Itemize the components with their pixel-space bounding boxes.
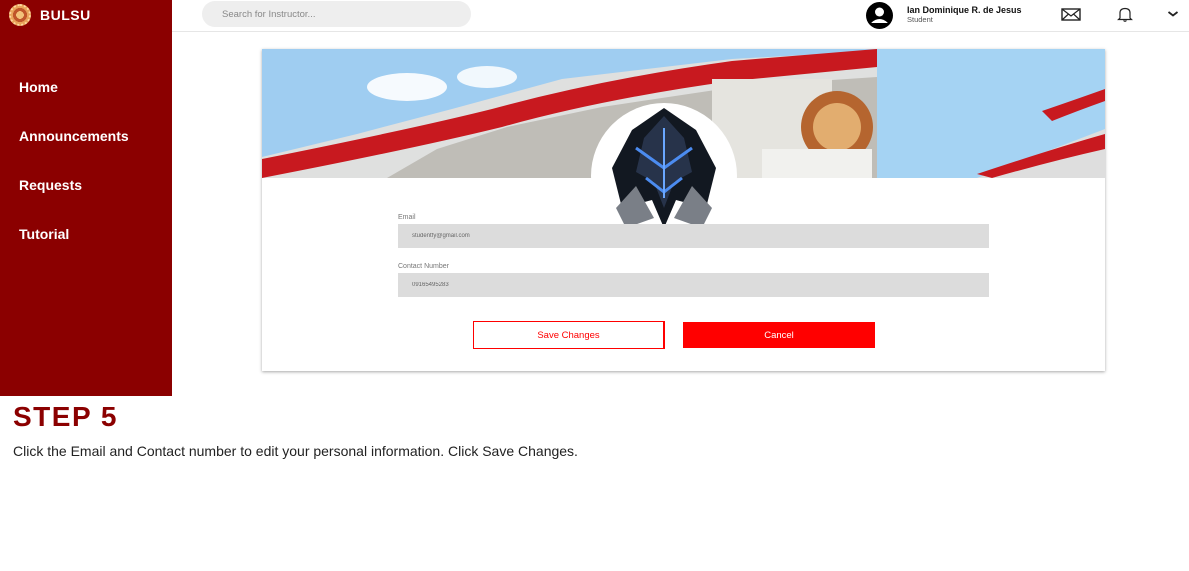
contact-number-label: Contact Number bbox=[398, 263, 449, 270]
contact-number-field[interactable] bbox=[398, 273, 989, 297]
search-input[interactable] bbox=[202, 1, 471, 27]
bell-icon[interactable] bbox=[1114, 5, 1136, 23]
user-avatar-icon bbox=[866, 1, 893, 29]
sidebar-item-home[interactable]: Home bbox=[0, 78, 172, 127]
email-field[interactable] bbox=[398, 224, 989, 248]
save-changes-button[interactable]: Save Changes bbox=[473, 321, 665, 349]
brand[interactable]: BULSU bbox=[6, 4, 91, 26]
cancel-button[interactable]: Cancel bbox=[683, 322, 875, 348]
brand-name: BULSU bbox=[40, 7, 91, 23]
email-label: Email bbox=[398, 214, 416, 221]
top-bar: Ian Dominique R. de Jesus Student bbox=[172, 0, 1189, 32]
mail-icon[interactable] bbox=[1060, 5, 1082, 23]
sidebar-item-tutorial[interactable]: Tutorial bbox=[0, 225, 172, 274]
user-info: Ian Dominique R. de Jesus Student bbox=[907, 5, 1037, 25]
sidebar-item-requests[interactable]: Requests bbox=[0, 176, 172, 225]
step-description: Click the Email and Contact number to ed… bbox=[13, 443, 578, 459]
user-name: Ian Dominique R. de Jesus bbox=[907, 5, 1022, 15]
user-profile[interactable]: Ian Dominique R. de Jesus Student bbox=[866, 0, 1037, 30]
sidebar: BULSU Home Announcements Requests Tutori… bbox=[0, 0, 172, 396]
sidebar-nav: Home Announcements Requests Tutorial bbox=[0, 78, 172, 274]
university-seal-icon bbox=[6, 4, 36, 26]
user-role: Student bbox=[907, 15, 933, 24]
chevron-down-icon[interactable] bbox=[1162, 5, 1184, 23]
profile-card: Email Contact Number Save Changes Cancel bbox=[262, 49, 1105, 371]
sidebar-item-announcements[interactable]: Announcements bbox=[0, 127, 172, 176]
step-title: STEP 5 bbox=[13, 401, 118, 432]
